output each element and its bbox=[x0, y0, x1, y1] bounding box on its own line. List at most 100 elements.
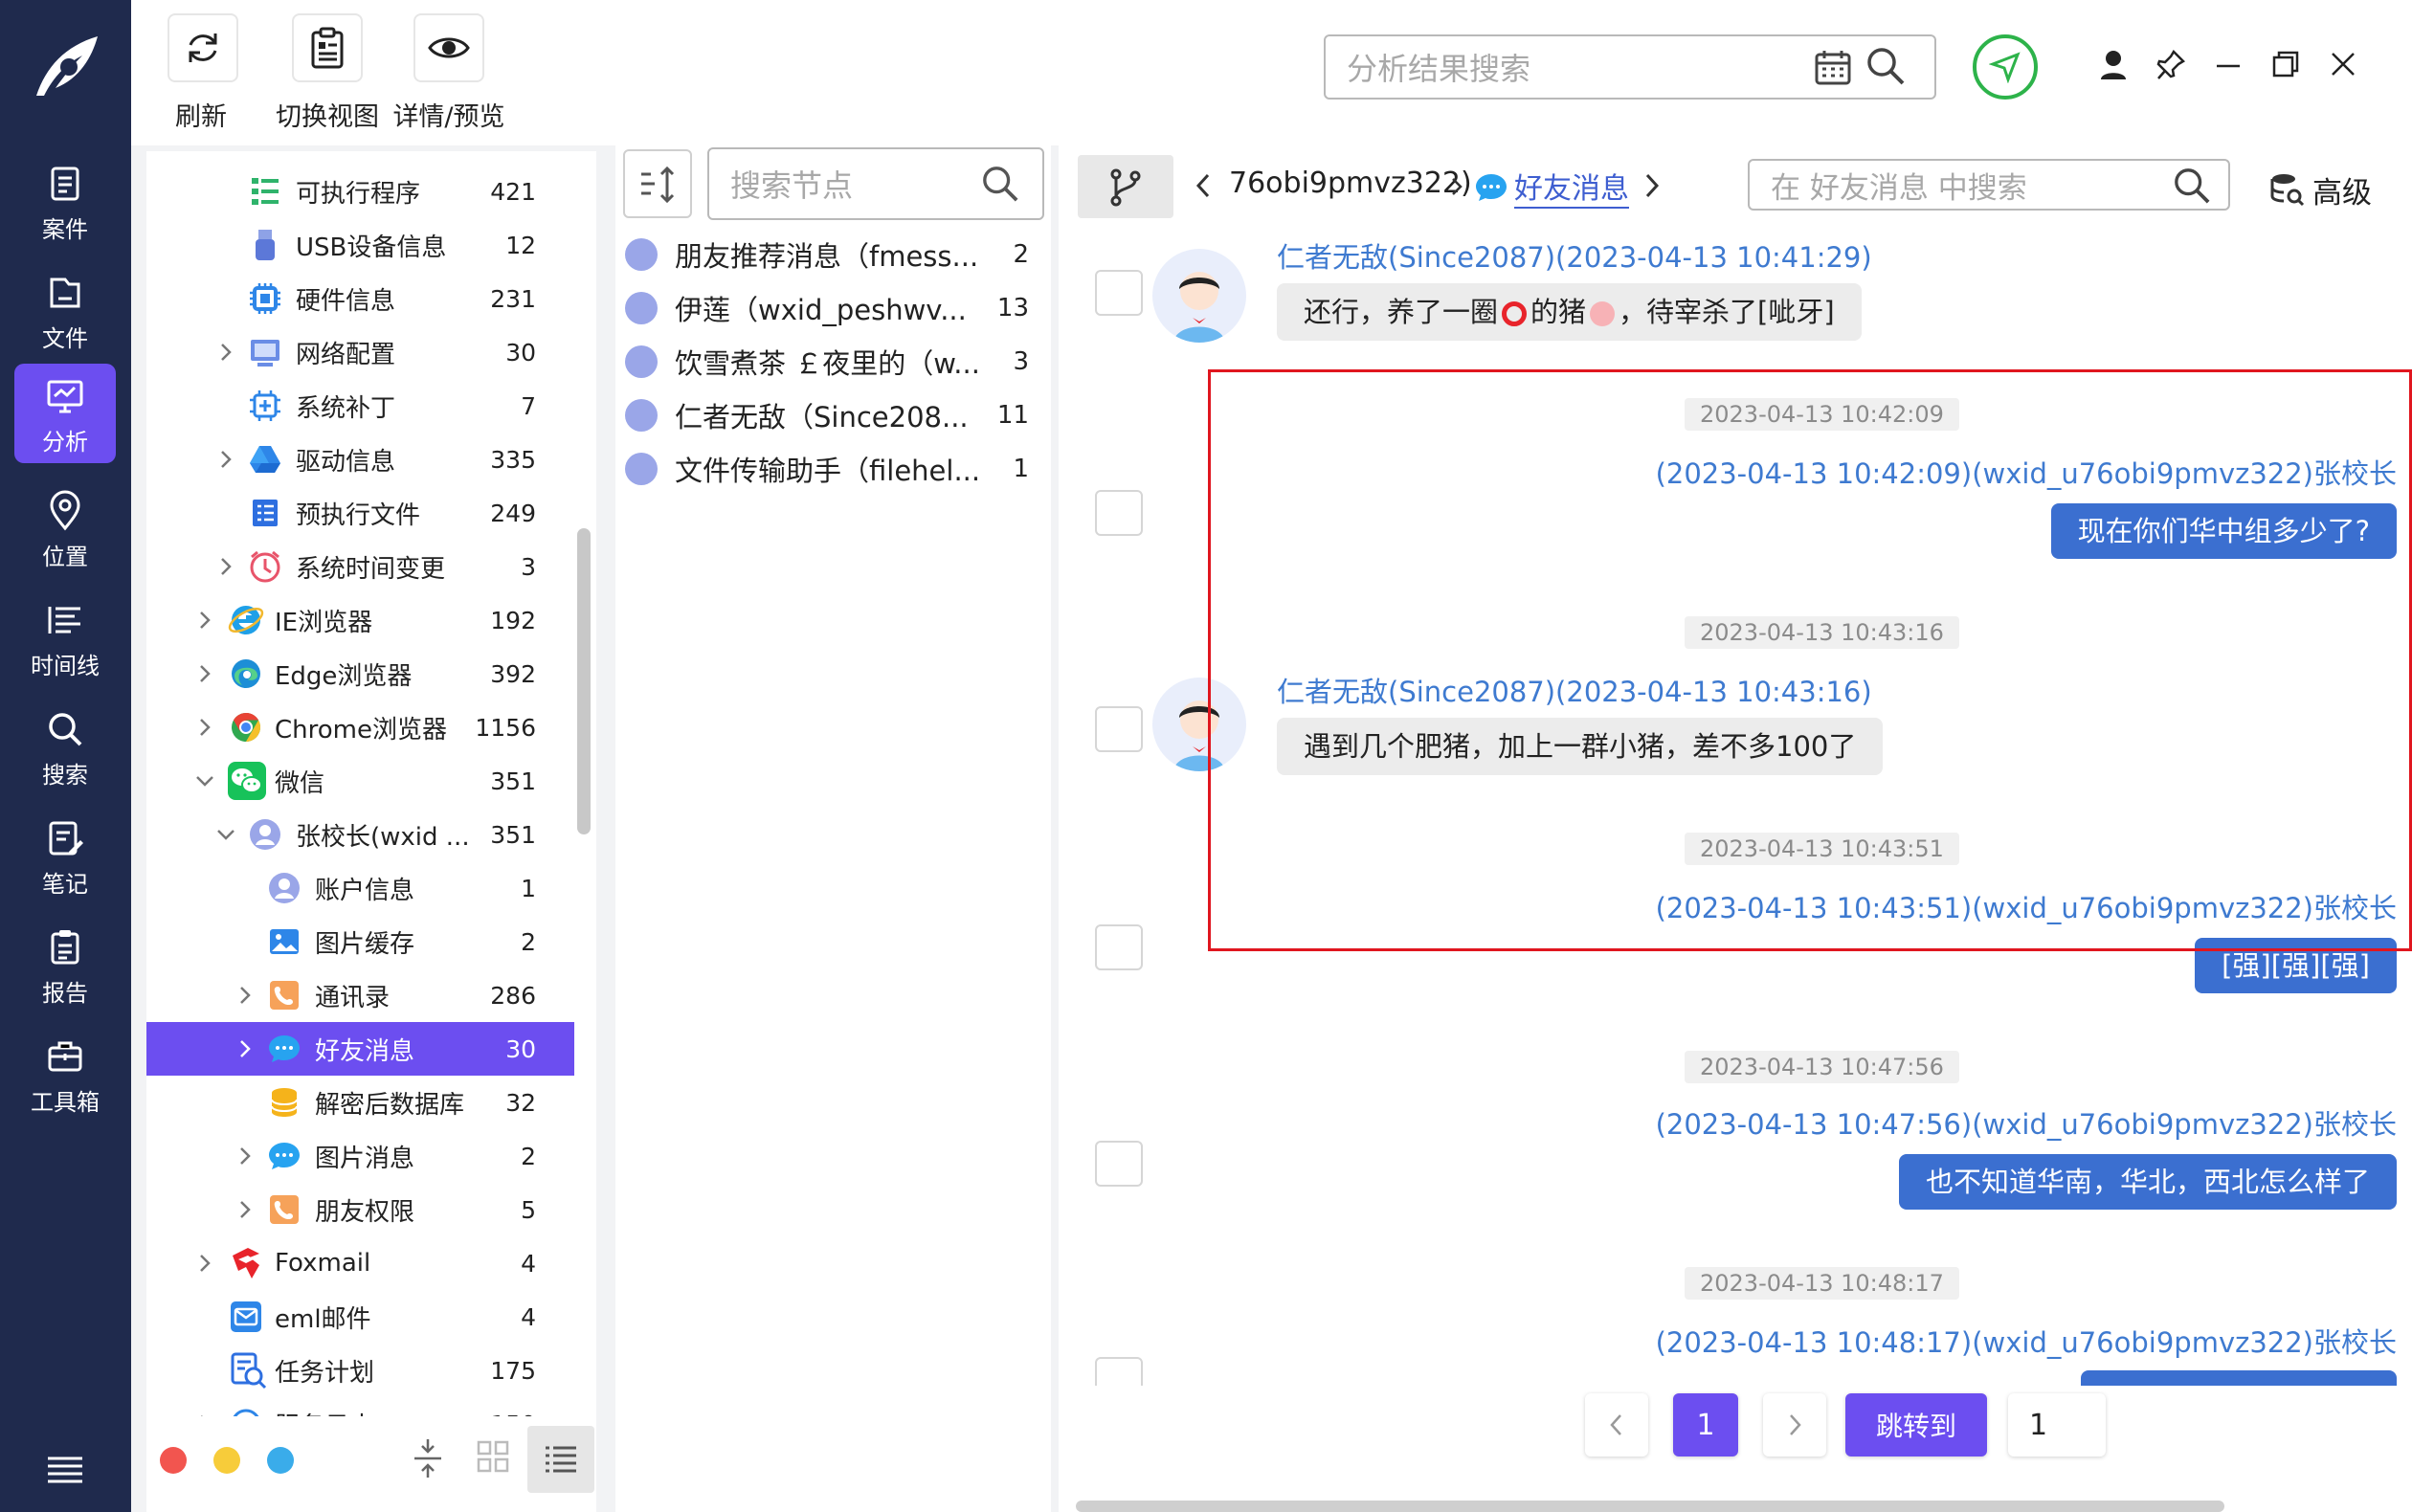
switch-view-button[interactable]: 切换视图 bbox=[275, 13, 380, 133]
chevron-right-icon[interactable] bbox=[194, 610, 215, 631]
search-icon bbox=[49, 713, 82, 746]
yellow-tag-dot[interactable] bbox=[213, 1447, 240, 1474]
message-sender: (2023-04-13 10:47:56)(wxid_u76obi9pmvz32… bbox=[1655, 1108, 2397, 1141]
search-icon[interactable] bbox=[2173, 167, 2211, 205]
message-checkbox[interactable] bbox=[1095, 1141, 1143, 1187]
advanced-search-button[interactable]: 高级 bbox=[2268, 168, 2372, 211]
chevron-right-icon[interactable] bbox=[215, 342, 236, 363]
tree-item[interactable]: 图片消息 2 bbox=[146, 1129, 574, 1183]
list-item[interactable]: 文件传输助手（filehel... 1 bbox=[625, 442, 1046, 496]
chat-bubble-icon bbox=[269, 1143, 300, 1169]
sidebar-item-report[interactable]: 报告 bbox=[14, 915, 116, 1014]
tree-item[interactable]: 预执行文件 249 bbox=[146, 486, 574, 540]
tree-item[interactable]: 通讯录 286 bbox=[146, 968, 574, 1022]
message-sender: 仁者无敌(Since2087)(2023-04-13 10:41:29) bbox=[1277, 241, 1872, 274]
sidebar-item-case[interactable]: 案件 bbox=[14, 151, 116, 251]
list-item[interactable]: 仁者无敌（Since208... 11 bbox=[625, 389, 1046, 442]
message-checkbox[interactable] bbox=[1095, 924, 1143, 970]
search-icon[interactable] bbox=[981, 165, 1019, 203]
list-view-button[interactable] bbox=[527, 1426, 594, 1493]
tree-item[interactable]: USB设备信息 12 bbox=[146, 218, 574, 272]
tree-item[interactable]: Foxmail 4 bbox=[146, 1236, 574, 1290]
tree-item[interactable]: 微信 351 bbox=[146, 754, 574, 808]
chevron-down-icon[interactable] bbox=[215, 824, 236, 845]
tree-item[interactable]: 驱动信息 335 bbox=[146, 433, 574, 486]
chevron-right-icon[interactable] bbox=[234, 985, 256, 1006]
horizontal-scrollbar[interactable] bbox=[1076, 1501, 2224, 1512]
tree-item[interactable]: 图片缓存 2 bbox=[146, 915, 574, 968]
chevron-left-icon[interactable] bbox=[1193, 172, 1214, 199]
tree-item[interactable]: 解密后数据库 32 bbox=[146, 1076, 574, 1129]
tree-item[interactable]: 张校长(wxid ... 351 bbox=[146, 808, 574, 861]
page-number-current[interactable]: 1 bbox=[1673, 1393, 1738, 1456]
sidebar-item-search[interactable]: 搜索 bbox=[14, 697, 116, 796]
chevron-right-icon[interactable] bbox=[215, 449, 236, 470]
pin-icon[interactable] bbox=[2156, 50, 2185, 80]
refresh-button[interactable]: 刷新 bbox=[168, 13, 238, 133]
chevron-down-icon[interactable] bbox=[194, 770, 215, 791]
collapse-icon[interactable] bbox=[409, 1437, 447, 1479]
breadcrumb-previous[interactable]: 76obi9pmvz322) bbox=[1229, 167, 1472, 200]
sidebar-item-label: 案件 bbox=[42, 216, 88, 243]
status-indicator[interactable] bbox=[1973, 34, 2038, 100]
chevron-right-icon[interactable] bbox=[234, 1038, 256, 1059]
task-schedule-icon bbox=[231, 1352, 267, 1390]
chevron-right-icon[interactable] bbox=[234, 1145, 256, 1167]
sidebar-item-analysis[interactable]: 分析 bbox=[14, 364, 116, 463]
sidebar-item-note[interactable]: 笔记 bbox=[14, 806, 116, 905]
list-item[interactable]: 饮雪煮茶 ￡夜里的（w... 3 bbox=[625, 335, 1046, 389]
message-checkbox[interactable] bbox=[1095, 706, 1143, 752]
chevron-right-icon[interactable] bbox=[194, 1253, 215, 1274]
list-item[interactable]: 伊莲（wxid_peshwv... 13 bbox=[625, 281, 1046, 335]
tree-item[interactable]: Chrome浏览器 1156 bbox=[146, 700, 574, 754]
prev-page-button[interactable] bbox=[1585, 1393, 1648, 1456]
sidebar-item-file[interactable]: 文件 bbox=[14, 260, 116, 360]
top-toolbar: 刷新 切换视图 详情/预览 分析结果搜索 bbox=[131, 0, 2412, 145]
tree-item[interactable]: 系统时间变更 3 bbox=[146, 540, 574, 593]
chevron-right-icon[interactable] bbox=[194, 663, 215, 684]
tree-scrollbar[interactable] bbox=[577, 528, 591, 834]
sidebar-item-timeline[interactable]: 时间线 bbox=[14, 588, 116, 687]
close-icon[interactable] bbox=[2329, 50, 2357, 78]
next-page-button[interactable] bbox=[1763, 1393, 1826, 1456]
tree-item-selected[interactable]: 好友消息 30 bbox=[146, 1022, 574, 1076]
chevron-right-icon[interactable] bbox=[194, 717, 215, 738]
message-checkbox[interactable] bbox=[1095, 490, 1143, 536]
tree-item[interactable]: 系统补丁 7 bbox=[146, 379, 574, 433]
calendar-icon[interactable] bbox=[1814, 48, 1852, 86]
tree-item[interactable]: 网络配置 30 bbox=[146, 325, 574, 379]
jump-to-button[interactable]: 跳转到 bbox=[1845, 1393, 1987, 1456]
grid-view-icon[interactable] bbox=[476, 1439, 510, 1474]
tree-item[interactable]: Edge浏览器 392 bbox=[146, 647, 574, 700]
chevron-right-icon[interactable] bbox=[1642, 172, 1662, 199]
tree-item[interactable]: 账户信息 1 bbox=[146, 861, 574, 915]
message-checkbox[interactable] bbox=[1095, 270, 1143, 316]
minimize-icon[interactable] bbox=[2214, 52, 2243, 80]
tree-item[interactable]: eml邮件 4 bbox=[146, 1290, 574, 1344]
branch-view-button[interactable] bbox=[1078, 155, 1173, 218]
tree-item[interactable]: 任务计划 175 bbox=[146, 1344, 574, 1397]
tree-item[interactable]: 朋友权限 5 bbox=[146, 1183, 574, 1236]
chevron-right-icon[interactable] bbox=[215, 556, 236, 577]
details-preview-button[interactable]: 详情/预览 bbox=[391, 13, 506, 133]
advanced-search-icon bbox=[2270, 174, 2305, 207]
page-jump-input[interactable]: 1 bbox=[2008, 1393, 2106, 1456]
tree-item[interactable]: IE浏览器 192 bbox=[146, 593, 574, 647]
clipboard-icon bbox=[311, 27, 344, 69]
message-checkbox[interactable] bbox=[1095, 1357, 1143, 1386]
blue-tag-dot[interactable] bbox=[267, 1447, 294, 1474]
sidebar-item-toolbox[interactable]: 工具箱 bbox=[14, 1024, 116, 1123]
restore-icon[interactable] bbox=[2271, 50, 2300, 78]
tree-item[interactable]: 可执行程序 421 bbox=[146, 165, 574, 218]
menu-icon[interactable] bbox=[46, 1455, 84, 1483]
user-icon[interactable] bbox=[2099, 50, 2128, 80]
search-icon[interactable] bbox=[1865, 46, 1906, 86]
message-search-input[interactable]: 在 好友消息 中搜索 bbox=[1748, 159, 2230, 211]
tree-item[interactable]: 硬件信息 231 bbox=[146, 272, 574, 325]
red-tag-dot[interactable] bbox=[160, 1447, 187, 1474]
sort-button[interactable] bbox=[623, 149, 692, 218]
highlight-frame bbox=[1208, 369, 2412, 951]
sidebar-item-location[interactable]: 位置 bbox=[14, 478, 116, 578]
list-item[interactable]: 朋友推荐消息（fmess... 2 bbox=[625, 228, 1046, 281]
chevron-right-icon[interactable] bbox=[234, 1199, 256, 1220]
